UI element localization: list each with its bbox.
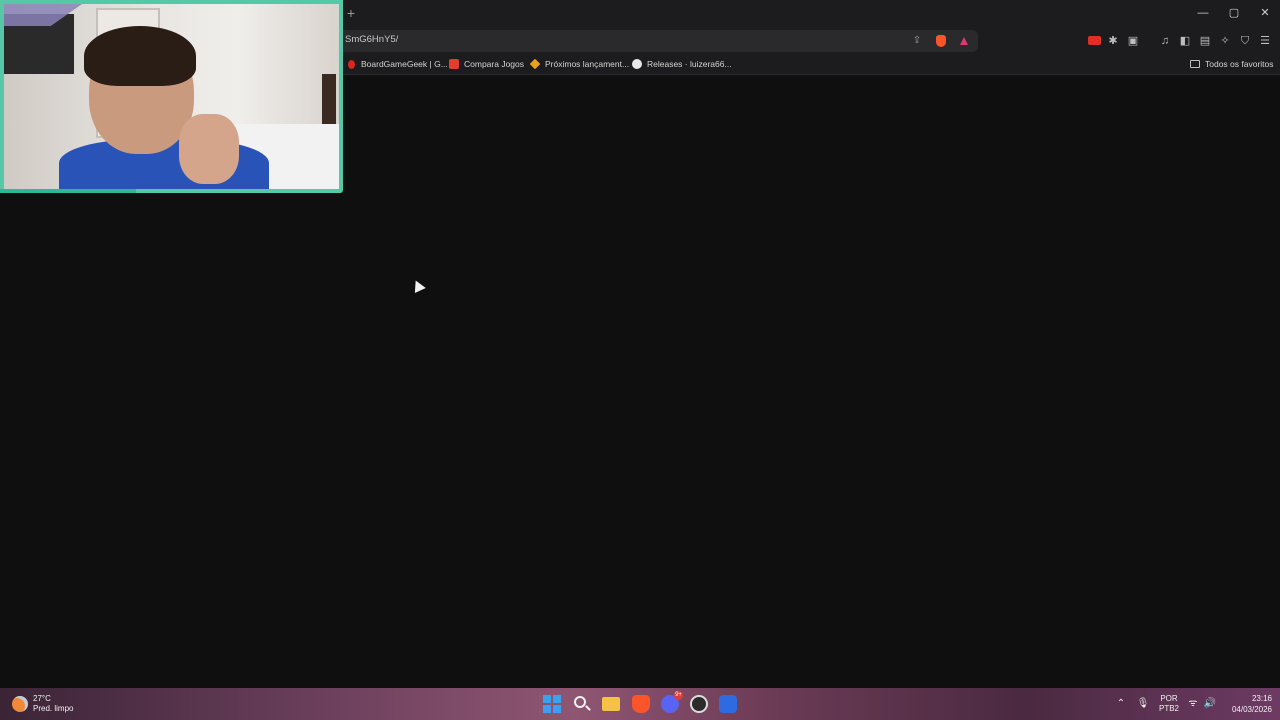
webcam-video <box>4 4 339 189</box>
webcam-overlay <box>0 0 343 193</box>
language-line1: POR <box>1160 694 1178 703</box>
sidebar-icon[interactable]: ◧ <box>1177 33 1193 49</box>
boardgamegeek-icon <box>348 59 355 69</box>
diamond-icon <box>529 58 541 70</box>
new-tab-button[interactable]: + <box>344 6 358 20</box>
brave-shields-icon[interactable] <box>934 34 948 48</box>
search-icon[interactable] <box>573 695 591 713</box>
start-icon[interactable] <box>543 695 561 713</box>
close-window-button[interactable]: ✕ <box>1250 4 1280 22</box>
file-explorer-icon[interactable] <box>602 697 620 711</box>
all-bookmarks-label: Todos os favoritos <box>1205 59 1274 69</box>
bookmark-label: BoardGameGeek | G... <box>361 59 448 69</box>
clock-date: 04/03/2026 <box>1231 705 1272 714</box>
windows-taskbar: 27°C Pred. limpo 9+ ⌃ 🎙 POR PTB2 ᯤ 🔊 23:… <box>0 688 1280 720</box>
language-line2: PTB2 <box>1158 704 1179 713</box>
weather-temp: 27°C <box>33 694 51 703</box>
folder-icon <box>1190 60 1200 68</box>
all-bookmarks-button[interactable]: Todos os favoritos <box>1190 57 1274 71</box>
weather-widget[interactable]: 27°C Pred. limpo <box>12 693 73 715</box>
brave-icon[interactable] <box>632 695 650 713</box>
wifi-icon[interactable]: ᯤ <box>1186 693 1200 715</box>
address-bar-url[interactable]: SmG6HnY5/ <box>345 34 398 45</box>
vpn-icon[interactable]: ⛉ <box>1237 33 1253 49</box>
bookmark-boardgamegeek[interactable]: BoardGameGeek | G... <box>348 57 448 71</box>
share-icon[interactable]: ⇪ <box>910 34 924 48</box>
address-bar[interactable]: SmG6HnY5/ ⇪ <box>338 30 978 52</box>
youtube-icon[interactable] <box>1086 33 1102 49</box>
discord-icon[interactable]: 9+ <box>661 691 683 713</box>
bookmark-compara-jogos[interactable]: Compara Jogos <box>449 57 524 71</box>
discord-badge: 9+ <box>674 691 683 700</box>
bookmark-proximos-lancamentos[interactable]: Próximos lançament... <box>529 57 630 71</box>
clock-time: 23:16 <box>1251 694 1272 703</box>
volume-icon[interactable]: 🔊 <box>1203 693 1217 715</box>
menu-icon[interactable]: ☰ <box>1257 33 1273 49</box>
weather-icon <box>12 696 28 712</box>
minimize-button[interactable]: — <box>1188 4 1218 22</box>
bookmark-label: Releases · luizera66... <box>647 59 732 69</box>
screenshot-icon[interactable]: ▣ <box>1125 33 1141 49</box>
music-icon[interactable]: ♫ <box>1157 33 1173 49</box>
chevron-up-icon[interactable]: ⌃ <box>1114 693 1128 715</box>
obs-icon[interactable] <box>690 695 708 713</box>
bookmark-label: Compara Jogos <box>464 59 525 69</box>
maximize-button[interactable]: ▢ <box>1219 4 1249 22</box>
app-icon[interactable] <box>719 695 737 713</box>
brave-rewards-icon[interactable] <box>957 34 971 48</box>
bookmark-github-releases[interactable]: Releases · luizera66... <box>632 57 732 71</box>
compara-jogos-icon <box>449 59 459 69</box>
github-icon <box>632 59 642 69</box>
language-indicator[interactable]: POR PTB2 <box>1156 694 1182 714</box>
extensions-icon[interactable]: ✱ <box>1105 33 1121 49</box>
weather-condition: Pred. limpo <box>33 704 74 713</box>
microphone-icon[interactable]: 🎙 <box>1136 693 1150 715</box>
wallet-icon[interactable]: ▤ <box>1197 33 1213 49</box>
leo-ai-icon[interactable]: ✧ <box>1217 33 1233 49</box>
system-clock[interactable]: 23:16 04/03/2026 <box>1222 693 1272 715</box>
bookmark-label: Próximos lançament... <box>545 59 630 69</box>
